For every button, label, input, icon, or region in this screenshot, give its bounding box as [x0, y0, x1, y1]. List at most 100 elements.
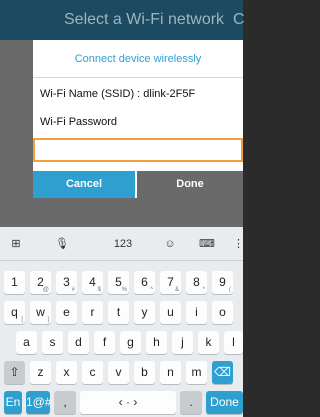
key-row2-2[interactable]: e [56, 301, 77, 324]
key-row1-5[interactable]: 6 ^ [134, 271, 155, 294]
keyboard-glyph: ⌨ [199, 238, 215, 250]
key-sublabel: & [174, 287, 179, 293]
password-label: Wi-Fi Password [40, 116, 118, 128]
key-row3-2[interactable]: d [68, 331, 89, 354]
key-label: z [37, 365, 44, 379]
key-sublabel: [ [21, 317, 23, 323]
key-label: k [205, 335, 212, 349]
key-row1-0[interactable]: 1 [4, 271, 25, 294]
key-label: e [63, 305, 70, 319]
key-row4-3[interactable]: c [82, 361, 103, 384]
cancel-button[interactable]: Cancel [33, 171, 135, 198]
key-row3-5[interactable]: h [146, 331, 167, 354]
key-label: ⌫ [214, 365, 231, 379]
key-label: r [90, 305, 95, 319]
soft-keyboard: ⊞ 🎙 123 ☺ ⌨ ⋮ 1 2 @3 #4 $5% 6 ^ 7 & 8 * 9( q[w] e r t y… [0, 227, 244, 417]
key-label: v [115, 365, 122, 379]
key-row5-4[interactable]: . [180, 391, 202, 414]
key-label: h [153, 335, 160, 349]
key-row4-2[interactable]: x [56, 361, 77, 384]
key-row3-7[interactable]: k [198, 331, 219, 354]
key-label: m [191, 365, 202, 379]
key-row2-4[interactable]: t [108, 301, 129, 324]
key-label: d [75, 335, 82, 349]
key-sublabel: @ [42, 287, 49, 293]
key-label: c [89, 365, 96, 379]
ssid-text: Wi-Fi Name (SSID) : dlink-2F5F [40, 88, 196, 100]
key-label: , [63, 395, 67, 409]
key-row2-8[interactable]: o [212, 301, 233, 324]
key-label: i [195, 305, 198, 319]
key-row4-1[interactable]: z [30, 361, 51, 384]
done-button[interactable]: Done [137, 171, 243, 198]
key-label: ⇧ [9, 365, 20, 379]
key-label: En [5, 395, 21, 409]
key-row3-1[interactable]: s [42, 331, 63, 354]
key-row5-0[interactable]: En [4, 391, 22, 414]
key-label: s [49, 335, 56, 349]
key-row3-3[interactable]: f [94, 331, 115, 354]
key-row4-6[interactable]: n [160, 361, 181, 384]
key-label: o [219, 305, 226, 319]
key-row1-3[interactable]: 4 $ [82, 271, 103, 294]
dialog-title: Connect device wirelessly [33, 40, 243, 78]
key-row1-4[interactable]: 5% [108, 271, 129, 294]
key-row4-7[interactable]: m [186, 361, 207, 384]
key-label: g [127, 335, 134, 349]
key-row4-0[interactable]: ⇧ [4, 361, 25, 384]
key-label: y [141, 305, 148, 319]
key-row2-1[interactable]: w] [30, 301, 51, 324]
key-sublabel: # [71, 287, 75, 293]
key-row2-6[interactable]: u [160, 301, 181, 324]
key-row1-8[interactable]: 9( [212, 271, 233, 294]
mic-glyph: 🎙 [55, 238, 69, 250]
clipboard-glyph: ⊞ [11, 238, 21, 250]
key-row5-2[interactable]: , [54, 391, 76, 414]
key-sublabel: ] [47, 317, 49, 323]
connect-dialog: Connect device wirelessly Wi-Fi Name (SS… [33, 40, 243, 198]
backdrop-header: Select a Wi-Fi network C [0, 0, 245, 40]
clipboard-icon[interactable]: ⊞ [6, 235, 26, 253]
key-label: t [116, 305, 121, 319]
key-sublabel: * [202, 287, 205, 293]
keyboard-icon[interactable]: ⌨ [197, 235, 217, 253]
key-label: Done [210, 395, 239, 409]
key-label: n [167, 365, 174, 379]
key-row4-4[interactable]: v [108, 361, 129, 384]
key-label: a [23, 335, 30, 349]
key-sublabel: $ [97, 287, 101, 293]
key-label: . [189, 395, 193, 409]
numbers-button[interactable]: 123 [110, 235, 136, 253]
key-row5-1[interactable]: 1@# [26, 391, 52, 414]
key-label: ‹ · › [118, 395, 138, 409]
key-label: f [102, 335, 107, 349]
key-row3-0[interactable]: a [16, 331, 37, 354]
key-row3-4[interactable]: g [120, 331, 141, 354]
key-row2-0[interactable]: q[ [4, 301, 25, 324]
mic-icon[interactable]: 🎙 [52, 235, 72, 253]
password-input[interactable] [33, 138, 243, 162]
key-sublabel: ^ [150, 287, 153, 293]
key-row1-2[interactable]: 3 # [56, 271, 77, 294]
key-row5-5[interactable]: Done [206, 391, 243, 414]
key-row3-8[interactable]: l [224, 331, 243, 354]
key-row2-3[interactable]: r [82, 301, 103, 324]
key-label: b [141, 365, 148, 379]
key-row2-7[interactable]: i [186, 301, 207, 324]
key-row1-1[interactable]: 2 @ [30, 271, 51, 294]
key-row1-7[interactable]: 8 * [186, 271, 207, 294]
more-icon[interactable]: ⋮ [233, 235, 244, 253]
key-sublabel: % [121, 287, 127, 293]
key-label: j [181, 335, 184, 349]
key-row2-5[interactable]: y [134, 301, 155, 324]
key-row4-8[interactable]: ⌫ [212, 361, 233, 384]
key-row5-3[interactable]: ‹ · › [80, 391, 176, 414]
emoji-icon[interactable]: ☺ [160, 235, 180, 253]
backdrop-title: Select a Wi-Fi network [64, 11, 225, 28]
key-row3-6[interactable]: j [172, 331, 193, 354]
key-row1-6[interactable]: 7 & [160, 271, 181, 294]
key-sublabel: ( [229, 287, 231, 293]
key-label: 1@# [26, 395, 52, 409]
emoji-glyph: ☺ [164, 238, 176, 250]
key-row4-5[interactable]: b [134, 361, 155, 384]
